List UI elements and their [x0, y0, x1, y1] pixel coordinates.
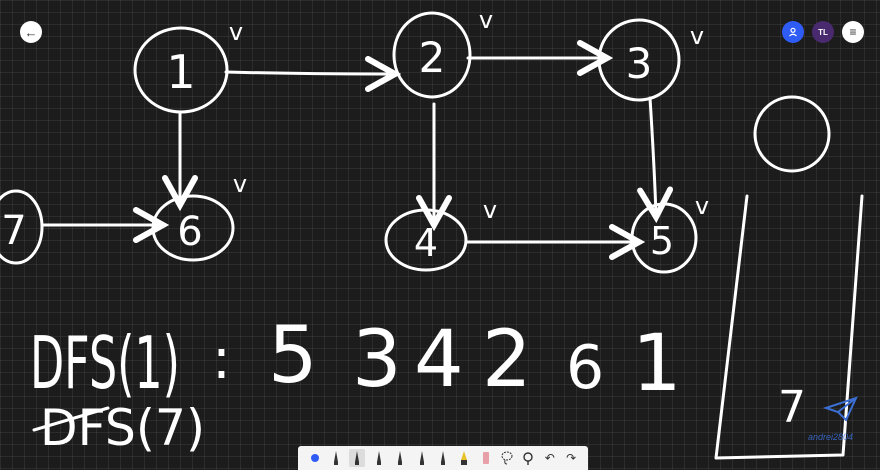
marker-icon — [440, 451, 445, 465]
marker-icon — [419, 451, 424, 465]
search-icon — [523, 452, 534, 465]
user-avatar[interactable]: TL — [812, 21, 834, 43]
visited-check: v — [695, 192, 709, 220]
highlighter-tool[interactable] — [456, 449, 472, 467]
eraser-icon — [482, 452, 489, 464]
dfs1-label: DFS(1) — [30, 321, 180, 405]
user-icon — [789, 27, 797, 37]
svg-text:7: 7 — [1, 208, 26, 254]
pen-icon — [355, 451, 360, 465]
lasso-tool[interactable] — [499, 449, 515, 467]
edge-1-2 — [224, 72, 392, 74]
search-tool[interactable] — [520, 449, 536, 467]
svg-text:4: 4 — [414, 221, 438, 265]
color-dot-tool[interactable] — [307, 449, 323, 467]
undo-tool[interactable]: ↶ — [542, 449, 558, 467]
redo-tool[interactable]: ↷ — [563, 449, 579, 467]
svg-text:5: 5 — [650, 219, 674, 263]
pen-tool[interactable] — [328, 449, 344, 467]
dfs7-label: DFS(7) — [40, 399, 205, 457]
dfs1-item: 1 — [632, 319, 682, 409]
undo-icon: ↶ — [544, 451, 555, 465]
watermark: andrei2804 — [808, 432, 854, 442]
stack-item: 7 — [778, 382, 806, 433]
graph-node-1: 1 v — [133, 18, 243, 114]
pen-tool-selected[interactable] — [349, 449, 366, 467]
highlighter-icon — [461, 451, 468, 465]
graph-node-7: 7 — [0, 189, 44, 265]
graph-node-6: 6 v — [151, 170, 247, 262]
marker-tool[interactable] — [414, 449, 430, 467]
user-button[interactable] — [782, 21, 804, 43]
stack-top-circle — [753, 95, 831, 173]
visited-check: v — [483, 196, 497, 224]
svg-text:6: 6 — [177, 209, 202, 255]
marker-icon — [376, 451, 381, 465]
dfs1-item: 6 — [566, 333, 604, 403]
marker-tool[interactable] — [392, 449, 408, 467]
graph-edges — [42, 58, 656, 242]
header-actions: TL ≡ — [782, 21, 864, 43]
lasso-icon — [501, 451, 513, 465]
eraser-tool[interactable] — [478, 449, 494, 467]
redo-icon: ↷ — [566, 451, 577, 465]
graph-node-5: 5 v — [630, 192, 709, 274]
color-dot-icon — [310, 454, 319, 462]
visited-check: v — [233, 170, 247, 198]
dfs1-item: 2 — [482, 315, 532, 405]
graph-node-2: 2 v — [392, 6, 493, 99]
marker-icon — [398, 451, 403, 465]
edge-3-5 — [650, 96, 656, 214]
pen-icon — [334, 451, 339, 465]
paper-plane-icon — [822, 396, 858, 422]
back-arrow-icon: ← — [24, 24, 38, 40]
menu-button[interactable]: ≡ — [842, 21, 864, 43]
visited-check: v — [479, 6, 493, 34]
dfs1-line: DFS(1) : 5 3 4 2 6 1 — [30, 311, 682, 409]
dfs7-line: DFS(7) — [32, 399, 205, 457]
marker-tool[interactable] — [435, 449, 451, 467]
svg-text:1: 1 — [166, 45, 195, 99]
hamburger-menu-icon: ≡ — [849, 25, 857, 39]
visited-check: v — [229, 18, 243, 46]
dfs1-item: 5 — [268, 311, 318, 401]
marker-tool[interactable] — [371, 449, 387, 467]
stack-drawing: 7 — [714, 95, 864, 460]
graph-node-3: 3 v — [597, 18, 704, 102]
graph-node-4: 4 v — [384, 196, 497, 272]
dfs1-item: 4 — [414, 315, 464, 405]
visited-check: v — [690, 22, 704, 50]
drawing-toolbar: ↶ ↷ — [298, 446, 588, 470]
svg-text:3: 3 — [626, 39, 653, 88]
dfs1-colon: : — [212, 327, 231, 392]
whiteboard-canvas[interactable]: 1 v 2 v 3 v 6 v 7 4 v 5 v 7 DFS(1) : 5 3… — [0, 0, 880, 468]
dfs1-item: 3 — [352, 315, 402, 405]
svg-text:2: 2 — [419, 33, 446, 82]
back-button[interactable]: ← — [20, 21, 42, 43]
